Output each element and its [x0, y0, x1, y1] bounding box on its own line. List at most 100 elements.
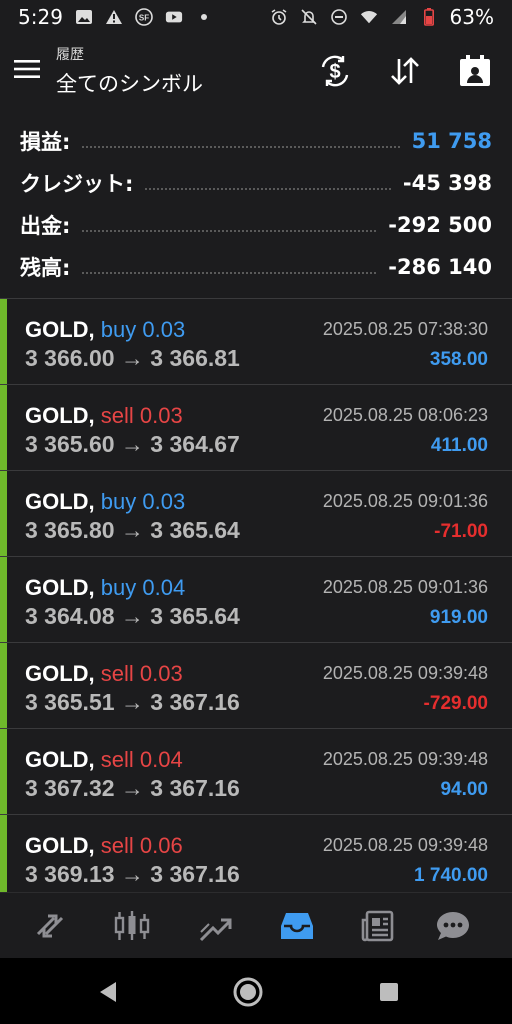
trade-profit: 94.00	[440, 779, 488, 800]
trade-time: 2025.08.25 09:01:36	[322, 577, 488, 597]
trade-profit: 919.00	[429, 607, 488, 628]
trade-symbol-line: GOLD, sell 0.03	[25, 403, 183, 429]
trade-symbol: GOLD,	[25, 833, 95, 858]
trade-symbol-line: GOLD, sell 0.04	[25, 747, 183, 773]
trade-row[interactable]: GOLD, buy 0.04 3 364.08 → 3 365.64 2025.08…	[0, 556, 512, 642]
calendar-icon[interactable]	[456, 52, 494, 90]
header-titles: 履歴 全てのシンボル	[56, 44, 203, 98]
summary-value: 51 758	[411, 129, 492, 153]
trade-history-list: GOLD, buy 0.03 3 366.00 → 3 366.81 2025.08…	[0, 298, 512, 892]
trade-prices: 3 364.08 → 3 365.64	[25, 603, 240, 629]
dot-icon	[195, 8, 213, 26]
summary-row: 出金: -292 500	[0, 204, 512, 246]
trade-prices: 3 365.80 → 3 365.64	[25, 517, 240, 543]
back-icon[interactable]	[90, 974, 126, 1010]
dotted-leader	[145, 188, 391, 190]
trade-profit: 411.00	[430, 435, 488, 456]
trade-symbol-line: GOLD, buy 0.04	[25, 575, 185, 601]
mute-icon	[300, 8, 318, 26]
signal-icon	[390, 8, 408, 26]
dnd-icon	[330, 8, 348, 26]
sort-icon[interactable]	[386, 52, 424, 90]
wifi-icon	[360, 8, 378, 26]
status-bar: 5:29 SF 63%	[0, 0, 512, 34]
currency-exchange-icon[interactable]: $	[316, 52, 354, 90]
page-title[interactable]: 全てのシンボル	[56, 68, 203, 98]
quotes-icon[interactable]	[29, 905, 71, 947]
system-navigation	[0, 958, 512, 1024]
summary-value: -45 398	[402, 171, 492, 195]
trade-row[interactable]: GOLD, buy 0.03 3 365.80 → 3 365.64 2025.08…	[0, 470, 512, 556]
trade-row[interactable]: GOLD, sell 0.06 3 369.13 → 3 367.16 2025.0…	[0, 814, 512, 892]
chat-icon[interactable]	[432, 905, 474, 947]
youtube-icon	[165, 8, 183, 26]
trade-prices: 3 365.60 → 3 364.67	[25, 431, 240, 457]
recents-icon[interactable]	[371, 974, 407, 1010]
trade-symbol: GOLD,	[25, 747, 95, 772]
sf-icon: SF	[135, 8, 153, 26]
trade-side: sell 0.06	[100, 833, 183, 858]
trade-row[interactable]: GOLD, sell 0.04 3 367.32 → 3 367.16 2025.0…	[0, 728, 512, 814]
trade-profit: -729.00	[423, 693, 488, 714]
summary-label: 損益:	[20, 130, 71, 154]
trade-row[interactable]: GOLD, buy 0.03 3 366.00 → 3 366.81 2025.08…	[0, 298, 512, 384]
app-bar: 履歴 全てのシンボル $	[0, 34, 512, 110]
history-icon[interactable]	[276, 905, 318, 947]
svg-text:SF: SF	[139, 14, 149, 23]
trade-time: 2025.08.25 09:39:48	[322, 835, 488, 855]
chart-icon[interactable]	[111, 905, 153, 947]
bottom-navigation	[0, 892, 512, 959]
battery-percent: 63%	[449, 5, 494, 29]
trade-accent-bar	[0, 815, 7, 892]
trade-symbol: GOLD,	[25, 661, 95, 686]
alarm-icon	[270, 8, 288, 26]
trade-time: 2025.08.25 09:39:48	[322, 749, 488, 769]
trade-accent-bar	[0, 729, 7, 814]
trade-symbol: GOLD,	[25, 489, 95, 514]
trade-symbol-line: GOLD, buy 0.03	[25, 317, 185, 343]
trade-side: sell 0.03	[100, 403, 183, 428]
trade-symbol-line: GOLD, sell 0.06	[25, 833, 183, 859]
summary-label: 残高:	[20, 256, 71, 280]
summary-row: 損益: 51 758	[0, 120, 512, 162]
trade-profit: -71.00	[434, 521, 488, 542]
trade-row[interactable]: GOLD, sell 0.03 3 365.51 → 3 367.16 2025.0…	[0, 642, 512, 728]
trade-profit: 358.00	[429, 349, 488, 370]
trade-prices: 3 369.13 → 3 367.16	[25, 861, 240, 887]
summary-value: -292 500	[388, 213, 492, 237]
svg-text:$: $	[329, 61, 340, 83]
trade-time: 2025.08.25 08:06:23	[322, 405, 488, 425]
home-icon[interactable]	[230, 974, 266, 1010]
battery-icon	[420, 8, 438, 26]
trade-symbol: GOLD,	[25, 575, 95, 600]
image-icon	[75, 8, 93, 26]
menu-icon[interactable]	[14, 58, 40, 80]
dotted-leader	[82, 230, 377, 232]
trade-side: sell 0.04	[100, 747, 183, 772]
trade-prices: 3 366.00 → 3 366.81	[25, 345, 240, 371]
news-icon[interactable]	[357, 905, 399, 947]
trade-accent-bar	[0, 557, 7, 642]
trade-accent-bar	[0, 643, 7, 728]
trade-symbol-line: GOLD, sell 0.03	[25, 661, 183, 687]
trade-time: 2025.08.25 09:01:36	[322, 491, 488, 511]
summary-label: 出金:	[20, 214, 71, 238]
summary-row: クレジット: -45 398	[0, 162, 512, 204]
page-subtitle: 履歴	[56, 47, 84, 63]
trade-symbol: GOLD,	[25, 403, 95, 428]
trade-accent-bar	[0, 471, 7, 556]
warning-icon	[105, 8, 123, 26]
trade-prices: 3 365.51 → 3 367.16	[25, 689, 240, 715]
trade-profit: 1 740.00	[414, 865, 488, 886]
trade-symbol: GOLD,	[25, 317, 95, 342]
summary-label: クレジット:	[20, 172, 134, 196]
trade-row[interactable]: GOLD, sell 0.03 3 365.60 → 3 364.67 2025.0…	[0, 384, 512, 470]
dotted-leader	[82, 146, 400, 148]
summary-value: -286 140	[388, 255, 492, 279]
summary-row: 残高: -286 140	[0, 246, 512, 288]
account-summary: 損益: 51 758 クレジット: -45 398 出金: -292 500 残高: -286…	[0, 120, 512, 288]
trade-prices: 3 367.32 → 3 367.16	[25, 775, 240, 801]
trade-time: 2025.08.25 07:38:30	[322, 319, 488, 339]
status-time: 5:29	[18, 5, 63, 29]
trade-icon[interactable]	[194, 905, 236, 947]
